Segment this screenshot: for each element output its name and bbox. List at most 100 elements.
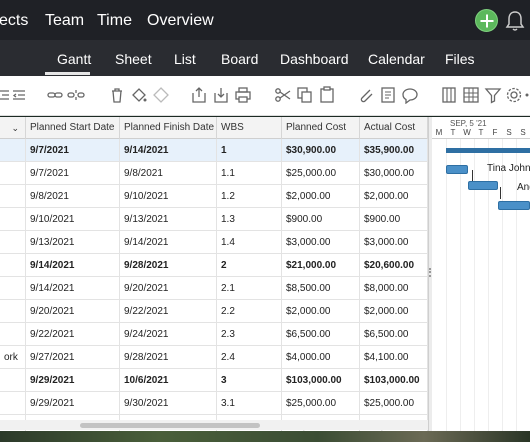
planned-cost-cell[interactable]: $25,000.00 <box>282 162 360 185</box>
table-row[interactable]: 9/14/2021 9/20/2021 2.1 $8,500.00 $8,000.00 <box>0 277 428 300</box>
import-icon[interactable] <box>212 86 230 104</box>
name-cell[interactable] <box>0 300 26 323</box>
planned-finish-cell[interactable]: 9/14/2021 <box>120 231 217 254</box>
scrollbar-thumb[interactable] <box>80 423 260 428</box>
name-cell[interactable] <box>0 139 26 162</box>
table-row[interactable]: 9/8/2021 9/10/2021 1.2 $2,000.00 $2,000.00 <box>0 185 428 208</box>
wbs-cell[interactable]: 1.4 <box>217 231 282 254</box>
planned-finish-cell[interactable]: 9/13/2021 <box>120 208 217 231</box>
actual-cost-cell[interactable]: $900.00 <box>360 208 428 231</box>
name-cell[interactable] <box>0 208 26 231</box>
name-cell[interactable] <box>0 185 26 208</box>
actual-cost-cell[interactable]: $2,000.00 <box>360 300 428 323</box>
planned-cost-cell[interactable]: $900.00 <box>282 208 360 231</box>
nav-overview[interactable]: Overview <box>147 12 214 30</box>
planned-start-cell[interactable]: 9/7/2021 <box>26 139 120 162</box>
actual-cost-cell[interactable]: $2,000.00 <box>360 185 428 208</box>
column-header-planned-cost[interactable]: Planned Cost <box>282 117 360 139</box>
planned-finish-cell[interactable]: 9/20/2021 <box>120 277 217 300</box>
actual-cost-cell[interactable]: $4,100.00 <box>360 346 428 369</box>
name-cell[interactable] <box>0 254 26 277</box>
name-cell[interactable] <box>0 162 26 185</box>
tab-gantt[interactable]: Gantt <box>57 51 91 67</box>
actual-cost-cell[interactable]: $30,000.00 <box>360 162 428 185</box>
unlink-icon[interactable] <box>67 86 85 104</box>
gantt-summary-bar[interactable] <box>446 148 530 153</box>
wbs-cell[interactable]: 1 <box>217 139 282 162</box>
wbs-cell[interactable]: 2.3 <box>217 323 282 346</box>
name-cell[interactable] <box>0 277 26 300</box>
trash-icon[interactable] <box>108 86 126 104</box>
attachment-icon[interactable] <box>357 86 375 104</box>
nav-team[interactable]: Team <box>45 12 84 30</box>
nav-projects[interactable]: ects <box>0 12 28 30</box>
planned-cost-cell[interactable]: $21,000.00 <box>282 254 360 277</box>
actual-cost-cell[interactable]: $103,000.00 <box>360 369 428 392</box>
planned-finish-cell[interactable]: 10/6/2021 <box>120 369 217 392</box>
wbs-cell[interactable]: 2.4 <box>217 346 282 369</box>
planned-start-cell[interactable]: 9/8/2021 <box>26 185 120 208</box>
planned-cost-cell[interactable]: $25,000.00 <box>282 392 360 415</box>
column-header-planned-finish[interactable]: Planned Finish Date <box>120 117 217 139</box>
wbs-cell[interactable]: 3.1 <box>217 392 282 415</box>
cut-icon[interactable] <box>274 86 292 104</box>
table-row[interactable]: 9/29/2021 9/30/2021 3.1 $25,000.00 $25,000.0… <box>0 392 428 415</box>
paste-icon[interactable] <box>318 86 336 104</box>
wbs-cell[interactable]: 2 <box>217 254 282 277</box>
notifications-bell-icon[interactable] <box>505 10 525 32</box>
note-icon[interactable] <box>379 86 397 104</box>
settings-icon[interactable] <box>505 86 523 104</box>
add-new-button[interactable] <box>475 9 498 32</box>
planned-finish-cell[interactable]: 9/30/2021 <box>120 392 217 415</box>
planned-finish-cell[interactable]: 9/22/2021 <box>120 300 217 323</box>
name-cell[interactable] <box>0 369 26 392</box>
planned-start-cell[interactable]: 9/29/2021 <box>26 369 120 392</box>
tab-sheet[interactable]: Sheet <box>115 51 152 67</box>
actual-cost-cell[interactable]: $25,000.00 <box>360 392 428 415</box>
gantt-task-bar[interactable] <box>468 181 498 190</box>
filter-icon[interactable] <box>484 86 502 104</box>
planned-cost-cell[interactable]: $3,000.00 <box>282 231 360 254</box>
outdent-icon[interactable] <box>10 86 28 104</box>
column-header-name[interactable]: ⌄ <box>0 117 26 139</box>
actual-cost-cell[interactable]: $3,000.00 <box>360 231 428 254</box>
planned-start-cell[interactable]: 9/29/2021 <box>26 392 120 415</box>
wbs-cell[interactable]: 2.1 <box>217 277 282 300</box>
planned-cost-cell[interactable]: $2,000.00 <box>282 300 360 323</box>
tab-calendar[interactable]: Calendar <box>368 51 425 67</box>
copy-icon[interactable] <box>296 86 314 104</box>
column-header-planned-start[interactable]: Planned Start Date <box>26 117 120 139</box>
planned-start-cell[interactable]: 9/27/2021 <box>26 346 120 369</box>
table-row[interactable]: 9/10/2021 9/13/2021 1.3 $900.00 $900.00 <box>0 208 428 231</box>
name-cell[interactable] <box>0 231 26 254</box>
wbs-cell[interactable]: 1.2 <box>217 185 282 208</box>
print-icon[interactable] <box>234 86 252 104</box>
planned-cost-cell[interactable]: $30,900.00 <box>282 139 360 162</box>
wbs-cell[interactable]: 3 <box>217 369 282 392</box>
name-cell[interactable] <box>0 323 26 346</box>
planned-cost-cell[interactable]: $103,000.00 <box>282 369 360 392</box>
column-header-wbs[interactable]: WBS <box>217 117 282 139</box>
table-row[interactable]: ork 9/27/2021 9/28/2021 2.4 $4,000.00 $4,100.… <box>0 346 428 369</box>
horizontal-scrollbar[interactable] <box>0 420 428 430</box>
table-row[interactable]: 9/22/2021 9/24/2021 2.3 $6,500.00 $6,500.00 <box>0 323 428 346</box>
export-icon[interactable] <box>190 86 208 104</box>
grid-icon[interactable] <box>462 86 480 104</box>
wbs-cell[interactable]: 2.2 <box>217 300 282 323</box>
name-cell[interactable]: ork <box>0 346 26 369</box>
name-cell[interactable] <box>0 392 26 415</box>
planned-start-cell[interactable]: 9/14/2021 <box>26 254 120 277</box>
wbs-cell[interactable]: 1.3 <box>217 208 282 231</box>
table-row[interactable]: 9/14/2021 9/28/2021 2 $21,000.00 $20,600.00 <box>0 254 428 277</box>
table-row[interactable]: 9/7/2021 9/14/2021 1 $30,900.00 $35,900.00 <box>0 139 428 162</box>
planned-cost-cell[interactable]: $4,000.00 <box>282 346 360 369</box>
planned-finish-cell[interactable]: 9/28/2021 <box>120 254 217 277</box>
planned-finish-cell[interactable]: 9/8/2021 <box>120 162 217 185</box>
link-icon[interactable] <box>46 86 64 104</box>
planned-cost-cell[interactable]: $6,500.00 <box>282 323 360 346</box>
splitter-grip-icon[interactable] <box>429 268 431 277</box>
planned-finish-cell[interactable]: 9/24/2021 <box>120 323 217 346</box>
fill-color-icon[interactable] <box>130 86 148 104</box>
comment-icon[interactable] <box>401 86 419 105</box>
planned-start-cell[interactable]: 9/14/2021 <box>26 277 120 300</box>
